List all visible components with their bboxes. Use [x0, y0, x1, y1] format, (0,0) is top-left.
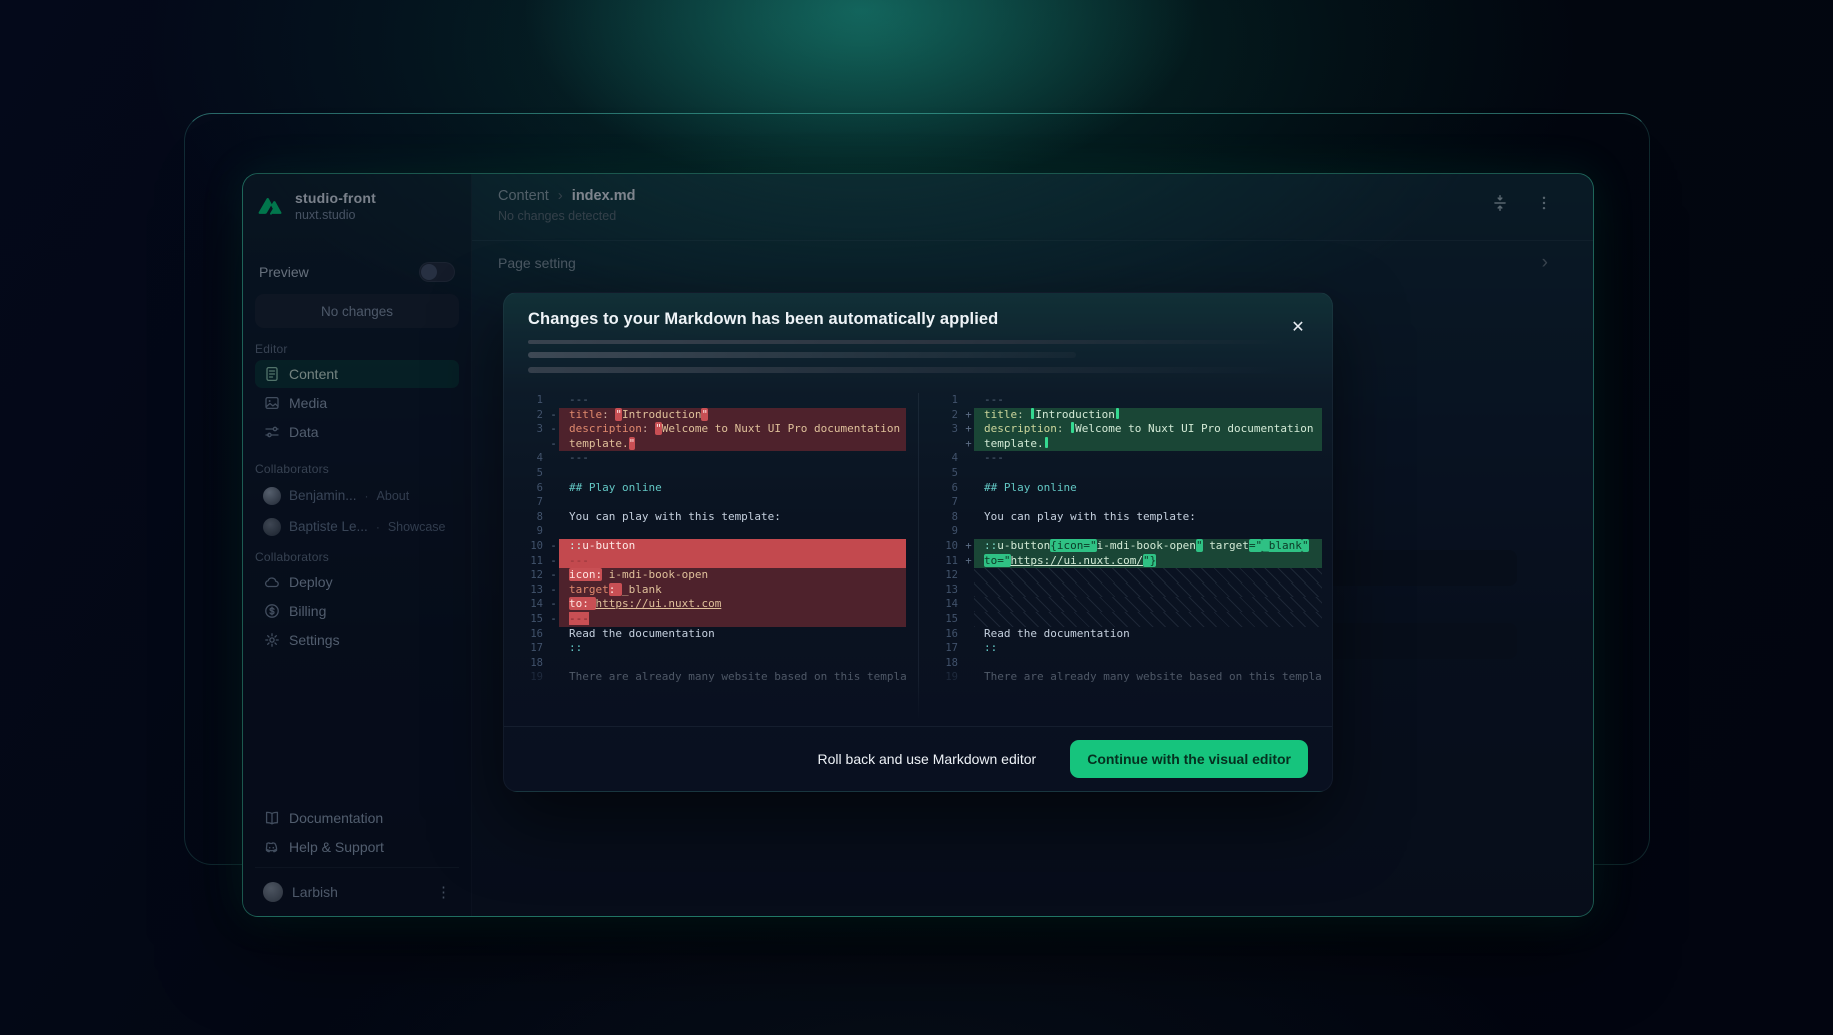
diff-row: 1---: [504, 393, 918, 408]
diff-row: 5: [919, 466, 1333, 481]
diff-row: 15----: [504, 612, 918, 627]
page: { "sidebar": { "project_name": "studio-f…: [0, 0, 1833, 1035]
diff-row: 17::: [919, 641, 1333, 656]
diff-row: 8You can play with this template:: [919, 510, 1333, 525]
diff-row: 4---: [919, 451, 1333, 466]
close-icon[interactable]: ✕: [1286, 315, 1310, 339]
diff-row: 6## Play online: [504, 481, 918, 496]
diff-row: 14-to: https://ui.nuxt.com: [504, 597, 918, 612]
diff-row: 14: [919, 597, 1333, 612]
diff-row: 2-title: "Introduction": [504, 408, 918, 423]
diff-row: 18: [919, 656, 1333, 671]
diff-row: 7: [504, 495, 918, 510]
dialog-title: Changes to your Markdown has been automa…: [528, 310, 998, 329]
diff-row: 13: [919, 583, 1333, 598]
diff-row: 9: [504, 524, 918, 539]
diff-row: 8You can play with this template:: [504, 510, 918, 525]
diff-row: 12: [919, 568, 1333, 583]
diff-view: 1---2-title: "Introduction"3-description…: [504, 385, 1332, 726]
rollback-button[interactable]: Roll back and use Markdown editor: [818, 751, 1037, 767]
diff-row: 10-::u-button: [504, 539, 918, 554]
diff-row: 19There are already many website based o…: [504, 670, 918, 685]
diff-row: 2+title: Introduction: [919, 408, 1333, 423]
diff-row: 5: [504, 466, 918, 481]
markdown-changes-dialog: Changes to your Markdown has been automa…: [503, 292, 1333, 792]
diff-row: 12-icon: i-mdi-book-open: [504, 568, 918, 583]
dialog-footer: Roll back and use Markdown editor Contin…: [504, 726, 1332, 791]
continue-visual-editor-button[interactable]: Continue with the visual editor: [1070, 740, 1308, 778]
diff-row: 19There are already many website based o…: [919, 670, 1333, 685]
diff-row: 10+::u-button{icon="i-mdi-book-open" tar…: [919, 539, 1333, 554]
diff-row: 3-description: "Welcome to Nuxt UI Pro d…: [504, 422, 918, 437]
diff-row: 11+to="https://ui.nuxt.com/"}: [919, 554, 1333, 569]
diff-row: 15: [919, 612, 1333, 627]
diff-row: 9: [919, 524, 1333, 539]
diff-row: +template.: [919, 437, 1333, 452]
skeleton-bar: [528, 367, 1286, 373]
diff-row: 4---: [504, 451, 918, 466]
diff-row: 13-target: _blank: [504, 583, 918, 598]
diff-row: 11----: [504, 554, 918, 569]
diff-pane-new: 1---2+title: Introduction3+description: …: [919, 393, 1333, 726]
skeleton-bar: [528, 340, 1286, 344]
diff-row: 3+description: Welcome to Nuxt UI Pro do…: [919, 422, 1333, 437]
diff-row: 18: [504, 656, 918, 671]
skeleton-bar: [528, 352, 1076, 358]
diff-row: 1---: [919, 393, 1333, 408]
diff-row: 16Read the documentation: [504, 627, 918, 642]
diff-row: 7: [919, 495, 1333, 510]
diff-pane-old: 1---2-title: "Introduction"3-description…: [504, 393, 919, 726]
diff-row: 17::: [504, 641, 918, 656]
diff-row: 16Read the documentation: [919, 627, 1333, 642]
diff-row: 6## Play online: [919, 481, 1333, 496]
diff-row: -template.": [504, 437, 918, 452]
